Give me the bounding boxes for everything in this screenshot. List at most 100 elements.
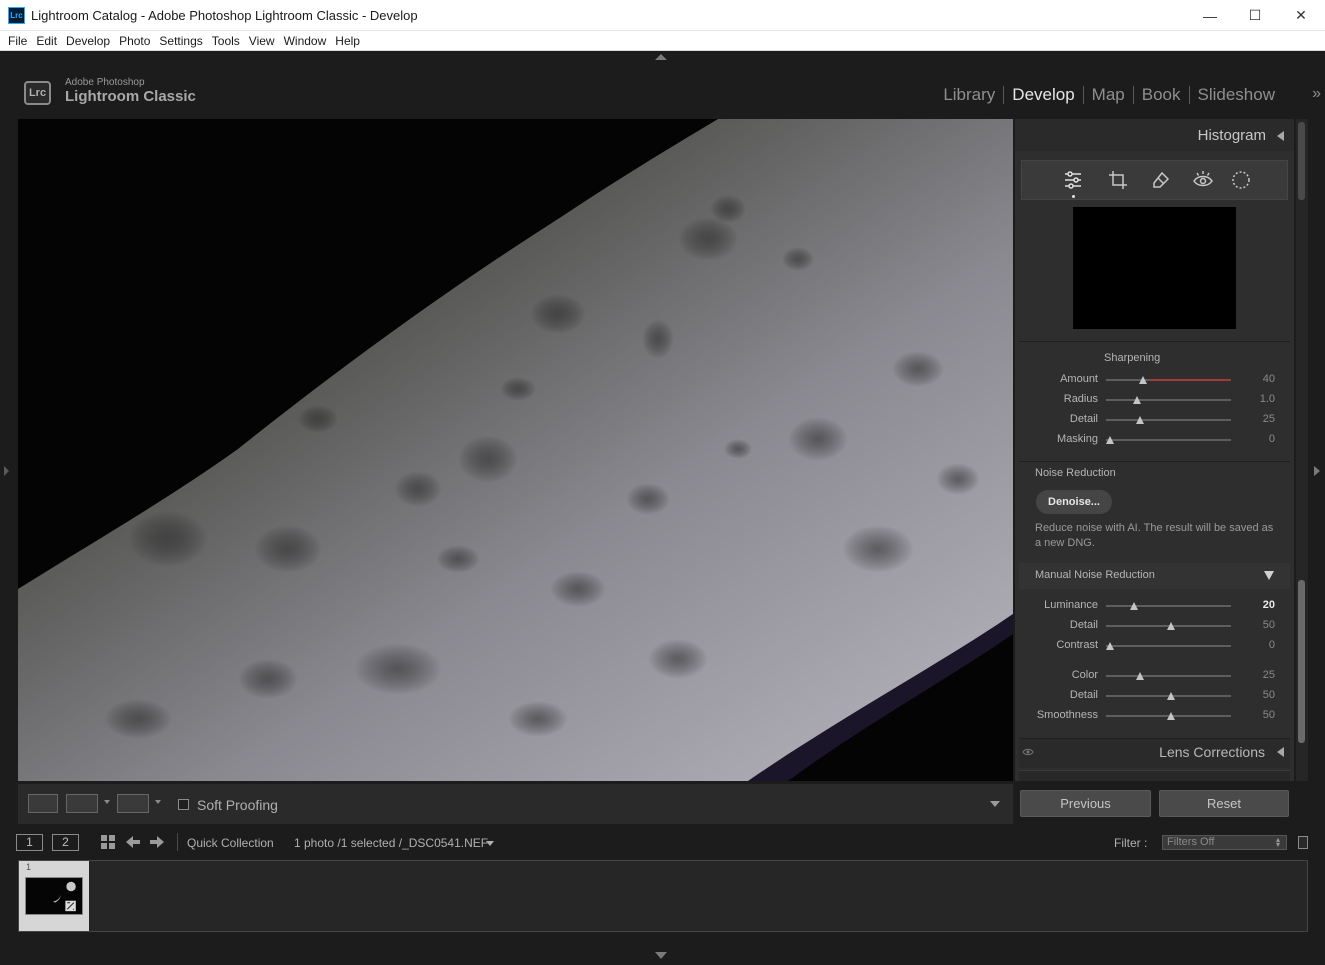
slider-track[interactable] <box>1106 399 1231 401</box>
before-after-lr-icon[interactable] <box>66 794 98 813</box>
maximize-button[interactable]: ☐ <box>1232 0 1278 31</box>
slider-thumb[interactable] <box>1167 692 1175 700</box>
grid-view-icon[interactable] <box>100 834 116 850</box>
slider-value[interactable]: 1.0 <box>1245 393 1275 405</box>
menu-help[interactable]: Help <box>331 31 365 50</box>
thumbnail-index: 1 <box>26 862 32 872</box>
soft-proofing-label: Soft Proofing <box>197 797 278 813</box>
show-left-panel-arrow-icon[interactable] <box>4 466 9 476</box>
close-button[interactable]: ✕ <box>1278 0 1324 31</box>
denoise-button[interactable]: Denoise... <box>1036 490 1112 514</box>
hide-filmstrip-arrow-icon[interactable] <box>655 952 667 959</box>
filter-stepper-icon[interactable]: ▴ ▾ <box>1276 836 1284 849</box>
slider-thumb[interactable] <box>1106 436 1114 444</box>
back-arrow-icon[interactable] <box>125 835 141 849</box>
slider-value[interactable]: 25 <box>1245 669 1275 681</box>
slider-track[interactable] <box>1106 379 1231 381</box>
slider-value[interactable]: 50 <box>1245 619 1275 631</box>
healing-icon[interactable] <box>1149 168 1173 192</box>
slider-track[interactable] <box>1106 605 1231 607</box>
slider-track[interactable] <box>1106 645 1231 647</box>
edit-sliders-icon[interactable] <box>1061 168 1085 192</box>
slider-thumb[interactable] <box>1136 416 1144 424</box>
menu-file[interactable]: File <box>4 31 32 50</box>
secondary-window-button[interactable]: 2 <box>52 834 79 851</box>
slider-thumb[interactable] <box>1167 622 1175 630</box>
slider-thumb[interactable] <box>1139 376 1147 384</box>
detail-preview-window[interactable] <box>1073 207 1236 329</box>
identity-plate-line2: Lightroom Classic <box>65 88 196 105</box>
slider-label: Color <box>1071 669 1098 681</box>
slider-label: Masking <box>1057 433 1098 445</box>
menu-photo[interactable]: Photo <box>115 31 155 50</box>
before-after-tb-icon[interactable] <box>117 794 149 813</box>
slider-value[interactable]: 50 <box>1245 689 1275 701</box>
minimize-icon: — <box>1203 7 1217 24</box>
menu-view[interactable]: View <box>245 31 280 50</box>
menu-tools[interactable]: Tools <box>208 31 245 50</box>
minimize-button[interactable]: — <box>1187 0 1233 31</box>
main-photo-view[interactable] <box>18 119 1013 781</box>
identity-plate-line1: Adobe Photoshop <box>65 77 145 88</box>
slider-value[interactable]: 40 <box>1245 373 1275 385</box>
forward-arrow-icon[interactable] <box>149 835 165 849</box>
masking-icon[interactable] <box>1229 168 1253 192</box>
histogram-scrollbar-thumb[interactable] <box>1298 122 1305 200</box>
module-map[interactable]: Map <box>1084 85 1133 105</box>
filmstrip-source[interactable]: Quick Collection <box>187 836 274 850</box>
filter-select-value: Filters Off <box>1167 836 1215 848</box>
module-slideshow[interactable]: Slideshow <box>1190 85 1284 105</box>
denoise-note: Reduce noise with AI. The result will be… <box>1035 522 1274 549</box>
module-book[interactable]: Book <box>1134 85 1189 105</box>
histogram-collapse-icon[interactable] <box>1277 131 1284 141</box>
filmstrip-source-dropdown-icon[interactable] <box>486 841 494 846</box>
red-eye-icon[interactable] <box>1191 168 1215 192</box>
slider-thumb[interactable] <box>1133 396 1141 404</box>
menu-settings[interactable]: Settings <box>155 31 207 50</box>
manual-noise-reduction-title: Manual Noise Reduction <box>1035 569 1155 581</box>
close-icon: ✕ <box>1295 7 1307 23</box>
before-after-dropdown-icon[interactable] <box>104 800 110 804</box>
app-logo-icon: Lrc <box>8 7 25 24</box>
filmstrip-divider <box>177 833 178 851</box>
slider-label: Amount <box>1060 373 1098 385</box>
thumbnail-image[interactable] <box>25 877 83 915</box>
slider-value[interactable]: 25 <box>1245 413 1275 425</box>
filmstrip-count[interactable]: 1 photo /1 selected /_DSC0541.NEF <box>294 836 488 850</box>
right-panel-scrollbar-thumb[interactable] <box>1298 580 1305 743</box>
slider-thumb[interactable] <box>1136 672 1144 680</box>
show-right-panel-arrow-icon[interactable] <box>1314 466 1320 476</box>
more-modules-icon[interactable]: » <box>1312 85 1321 103</box>
slider-value[interactable]: 0 <box>1245 433 1275 445</box>
slider-value[interactable]: 20 <box>1245 599 1275 611</box>
slider-track[interactable] <box>1106 675 1231 677</box>
module-library[interactable]: Library <box>935 85 1003 105</box>
manual-noise-reduction-collapse-icon[interactable] <box>1264 571 1274 580</box>
reset-button[interactable]: Reset <box>1159 790 1289 817</box>
menu-develop[interactable]: Develop <box>62 31 115 50</box>
swap-dropdown-icon[interactable] <box>155 800 161 804</box>
crop-icon[interactable] <box>1106 168 1130 192</box>
previous-button[interactable]: Previous <box>1020 790 1151 817</box>
slider-thumb[interactable] <box>1106 642 1114 650</box>
menu-edit[interactable]: Edit <box>32 31 62 50</box>
maximize-icon: ☐ <box>1248 7 1262 23</box>
filter-lock-icon[interactable] <box>1298 836 1308 849</box>
slider-track[interactable] <box>1106 419 1231 421</box>
loupe-view-icon[interactable] <box>28 794 58 813</box>
menu-window[interactable]: Window <box>280 31 332 50</box>
toolbar-options-icon[interactable] <box>990 801 1000 807</box>
show-top-panel-arrow-icon[interactable] <box>655 54 667 60</box>
slider-value[interactable]: 50 <box>1245 709 1275 721</box>
soft-proofing-checkbox[interactable] <box>178 799 189 810</box>
primary-window-button[interactable]: 1 <box>16 834 43 851</box>
slider-value[interactable]: 0 <box>1245 639 1275 651</box>
lens-corrections-collapse-icon[interactable] <box>1277 747 1284 757</box>
menu-bar: File Edit Develop Photo Settings Tools V… <box>0 31 1325 51</box>
module-develop[interactable]: Develop <box>1004 85 1082 105</box>
panel-visibility-eye-icon[interactable] <box>1022 746 1034 758</box>
slider-thumb[interactable] <box>1167 712 1175 720</box>
slider-thumb[interactable] <box>1130 602 1138 610</box>
filter-select[interactable]: Filters Off <box>1162 835 1287 850</box>
slider-track[interactable] <box>1106 439 1231 441</box>
